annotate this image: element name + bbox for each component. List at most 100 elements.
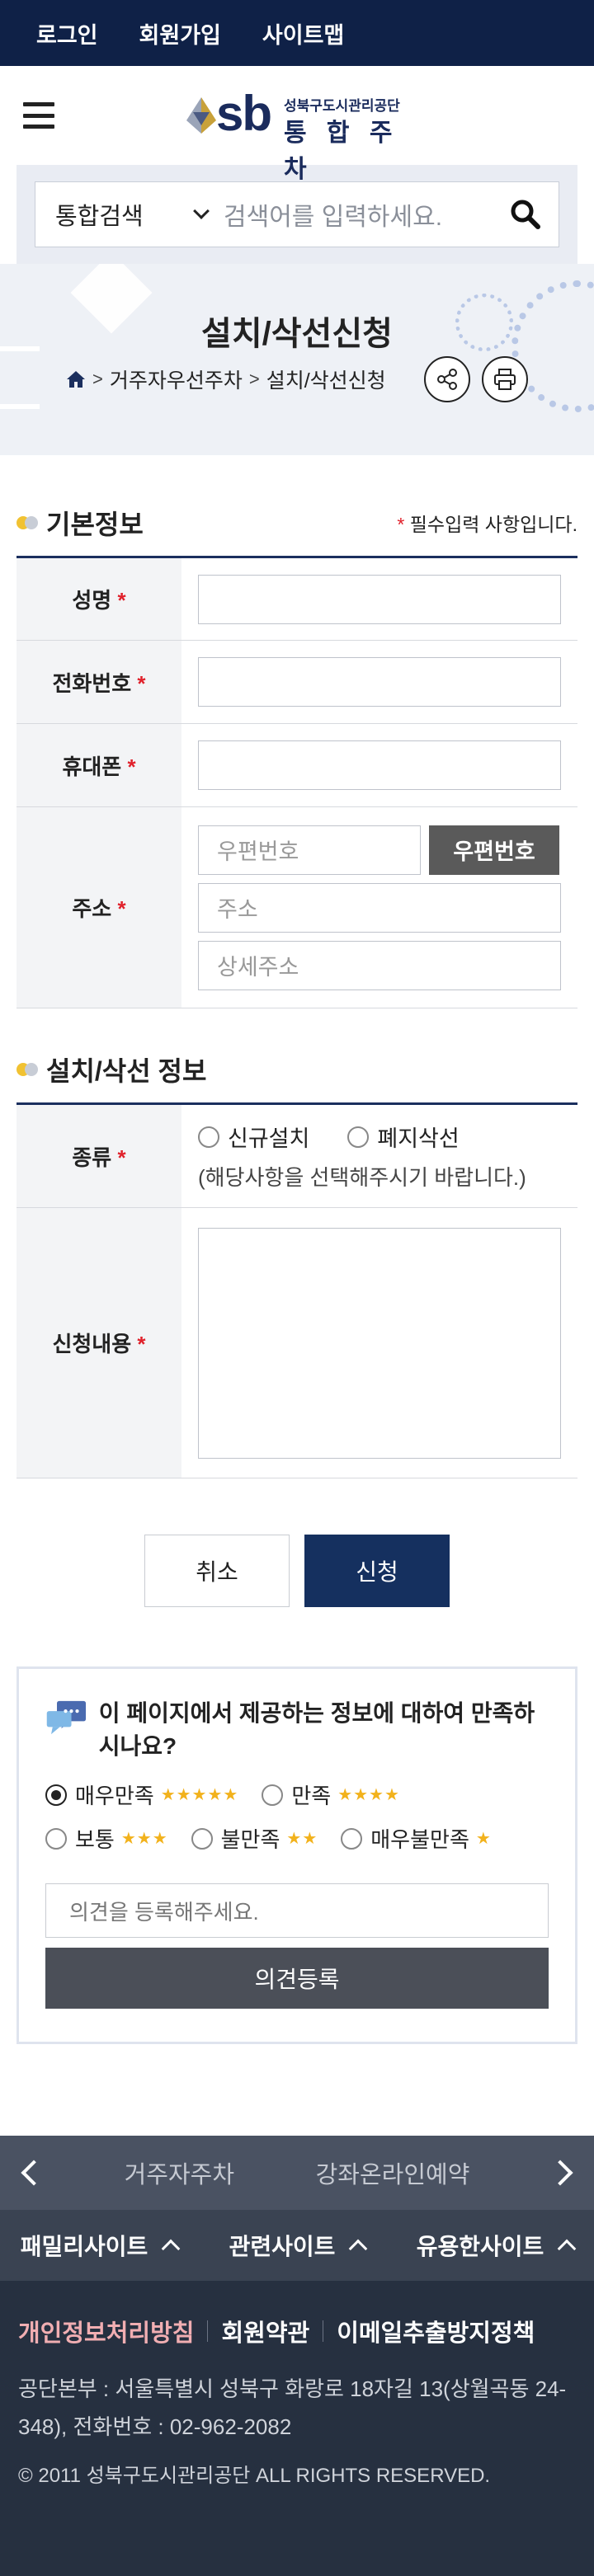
radio-very-dissatisfied[interactable]	[341, 1827, 363, 1850]
address-input[interactable]: 주소	[198, 882, 561, 933]
footer-links: 개인정보처리방침 회원약관 이메일추출방지정책	[0, 2281, 594, 2348]
search-input[interactable]: 검색어를 입력하세요.	[220, 196, 493, 233]
phone-label: 전화번호	[52, 670, 132, 696]
radio-remove-label[interactable]: 폐지삭선	[377, 1121, 459, 1153]
radio-neutral[interactable]	[45, 1827, 67, 1850]
radio-satisfied[interactable]	[262, 1784, 284, 1806]
chevron-down-icon	[193, 203, 210, 219]
radio-new-install[interactable]	[198, 1126, 219, 1148]
radio-remove[interactable]	[347, 1126, 370, 1148]
banner-item[interactable]: 거주자주차	[125, 2155, 234, 2190]
chevron-up-icon	[349, 2239, 368, 2259]
phone-input[interactable]	[198, 657, 561, 707]
star-rating-icon: ★★★	[120, 1830, 168, 1848]
chevron-up-icon	[557, 2239, 577, 2259]
search-box: 통합검색 검색어를 입력하세요.	[35, 181, 559, 247]
breadcrumb-separator: >	[92, 369, 103, 389]
share-button[interactable]	[424, 356, 470, 402]
family-site-bar: 패밀리사이트 관련사이트 유용한사이트	[0, 2210, 594, 2281]
star-rating-icon: ★★★★	[337, 1786, 400, 1804]
opinion-register-button[interactable]: 의견등록	[45, 1948, 549, 2009]
breadcrumb: > 거주자우선주차 > 설치/삭선신청	[66, 364, 386, 394]
print-button[interactable]	[482, 356, 528, 402]
basic-info-form: 성명 * 전화번호 * 휴대폰 * 주소 * 우편번호 우편번호 주소 상세주소	[16, 556, 578, 1008]
email-policy-link[interactable]: 이메일추출방지정책	[337, 2314, 535, 2348]
terms-link[interactable]: 회원약관	[221, 2314, 309, 2348]
form-row-name: 성명 *	[16, 557, 578, 641]
top-utility-bar: 로그인 회원가입 사이트맵	[0, 0, 594, 66]
survey-question: 이 페이지에서 제공하는 정보에 대하여 만족하시나요?	[98, 1700, 535, 1759]
home-icon[interactable]	[66, 370, 86, 388]
footer-copyright: © 2011 성북구도시관리공단 ALL RIGHTS RESERVED.	[18, 2465, 491, 2487]
site-footer: 거주자주차 강좌온라인예약 패밀리사이트 관련사이트 유용한사이트 개인정보처리…	[0, 2136, 594, 2576]
chevron-right-icon[interactable]	[547, 2160, 573, 2186]
login-link[interactable]: 로그인	[36, 17, 98, 49]
share-icon	[437, 369, 457, 390]
satisfaction-survey: 이 페이지에서 제공하는 정보에 대하여 만족하시나요? 매우만족 ★★★★★ …	[16, 1666, 578, 2044]
install-info-heading: 설치/삭선 정보	[16, 1045, 578, 1094]
section-dots-icon	[16, 516, 40, 529]
breadcrumb-item[interactable]: 거주자우선주차	[110, 364, 243, 394]
sitemap-link[interactable]: 사이트맵	[262, 17, 344, 49]
banner-item[interactable]: 강좌온라인예약	[316, 2155, 470, 2190]
radio-very-satisfied[interactable]	[45, 1784, 67, 1806]
search-scope-select[interactable]: 통합검색	[35, 197, 220, 232]
rating-dissatisfied[interactable]: 불만족 ★★	[191, 1823, 318, 1854]
footer-address: 공단본부 : 서울특별시 성북구 화랑로 18자길 13(상월곡동 24-348…	[18, 2376, 567, 2439]
search-scope-value: 통합검색	[55, 204, 144, 230]
type-hint: (해당사항을 선택해주시기 바랍니다.)	[198, 1165, 526, 1190]
name-label: 성명	[72, 588, 112, 613]
basic-info-heading: 기본정보 * 필수입력 사항입니다.	[16, 498, 578, 548]
search-icon	[511, 200, 540, 229]
zipcode-search-button[interactable]: 우편번호	[429, 825, 559, 875]
address-label: 주소	[72, 896, 112, 921]
form-row-content: 신청내용 *	[16, 1207, 578, 1478]
banner-carousel: 거주자주차 강좌온라인예약	[0, 2136, 594, 2210]
install-info-form: 종류 * 신규설치 폐지삭선 (해당사항을 선택해주시기 바랍니다.) 신청내용…	[16, 1102, 578, 1478]
rating-satisfied[interactable]: 만족 ★★★★	[262, 1779, 400, 1810]
star-rating-icon: ★★	[286, 1830, 318, 1848]
form-actions: 취소 신청	[0, 1535, 594, 1607]
search-button[interactable]	[493, 181, 559, 247]
rating-neutral[interactable]: 보통 ★★★	[45, 1823, 168, 1854]
privacy-policy-link[interactable]: 개인정보처리방침	[18, 2314, 194, 2348]
chevron-left-icon[interactable]	[21, 2160, 47, 2186]
section-title: 기본정보	[46, 510, 144, 539]
family-site-toggle[interactable]: 패밀리사이트	[0, 2229, 198, 2262]
page-title: 설치/삭선신청	[201, 316, 393, 352]
speech-bubble-icon	[46, 1700, 87, 1735]
menu-icon[interactable]	[23, 102, 54, 129]
rating-very-dissatisfied[interactable]: 매우불만족 ★	[341, 1823, 492, 1854]
name-input[interactable]	[198, 574, 561, 624]
section-title: 설치/삭선 정보	[46, 1056, 207, 1086]
opinion-input[interactable]: 의견을 등록해주세요.	[45, 1883, 549, 1938]
address-detail-input[interactable]: 상세주소	[198, 940, 561, 990]
zipcode-input[interactable]: 우편번호	[198, 825, 421, 875]
mobile-input[interactable]	[198, 740, 561, 790]
star-rating-icon: ★★★★★	[160, 1786, 239, 1804]
logo-sb-text: sb	[216, 86, 272, 141]
cancel-button[interactable]: 취소	[144, 1535, 290, 1607]
section-dots-icon	[16, 1063, 40, 1076]
join-link[interactable]: 회원가입	[139, 17, 221, 49]
mobile-label: 휴대폰	[62, 754, 122, 779]
print-icon	[494, 369, 516, 390]
form-row-phone: 전화번호 *	[16, 640, 578, 724]
related-site-toggle[interactable]: 관련사이트	[198, 2229, 396, 2262]
rating-very-satisfied[interactable]: 매우만족 ★★★★★	[45, 1779, 238, 1810]
form-row-address: 주소 * 우편번호 우편번호 주소 상세주소	[16, 806, 578, 1008]
type-label: 종류	[72, 1145, 112, 1170]
breadcrumb-item[interactable]: 설치/삭선신청	[266, 364, 386, 394]
useful-site-toggle[interactable]: 유용한사이트	[396, 2229, 594, 2262]
form-row-mobile: 휴대폰 *	[16, 723, 578, 807]
site-logo[interactable]: sb 성북구도시관리공단 통 합 주 차	[183, 86, 414, 183]
decor-line	[0, 404, 40, 409]
sub-visual: 설치/삭선신청 > 거주자우선주차 > 설치/삭선신청	[0, 264, 594, 455]
site-header: sb 성북구도시관리공단 통 합 주 차	[0, 66, 594, 183]
breadcrumb-separator: >	[248, 369, 260, 389]
radio-new-install-label[interactable]: 신규설치	[228, 1121, 309, 1153]
star-rating-icon: ★	[475, 1830, 492, 1848]
submit-button[interactable]: 신청	[304, 1535, 450, 1607]
content-textarea[interactable]	[198, 1227, 561, 1459]
radio-dissatisfied[interactable]	[191, 1827, 213, 1850]
